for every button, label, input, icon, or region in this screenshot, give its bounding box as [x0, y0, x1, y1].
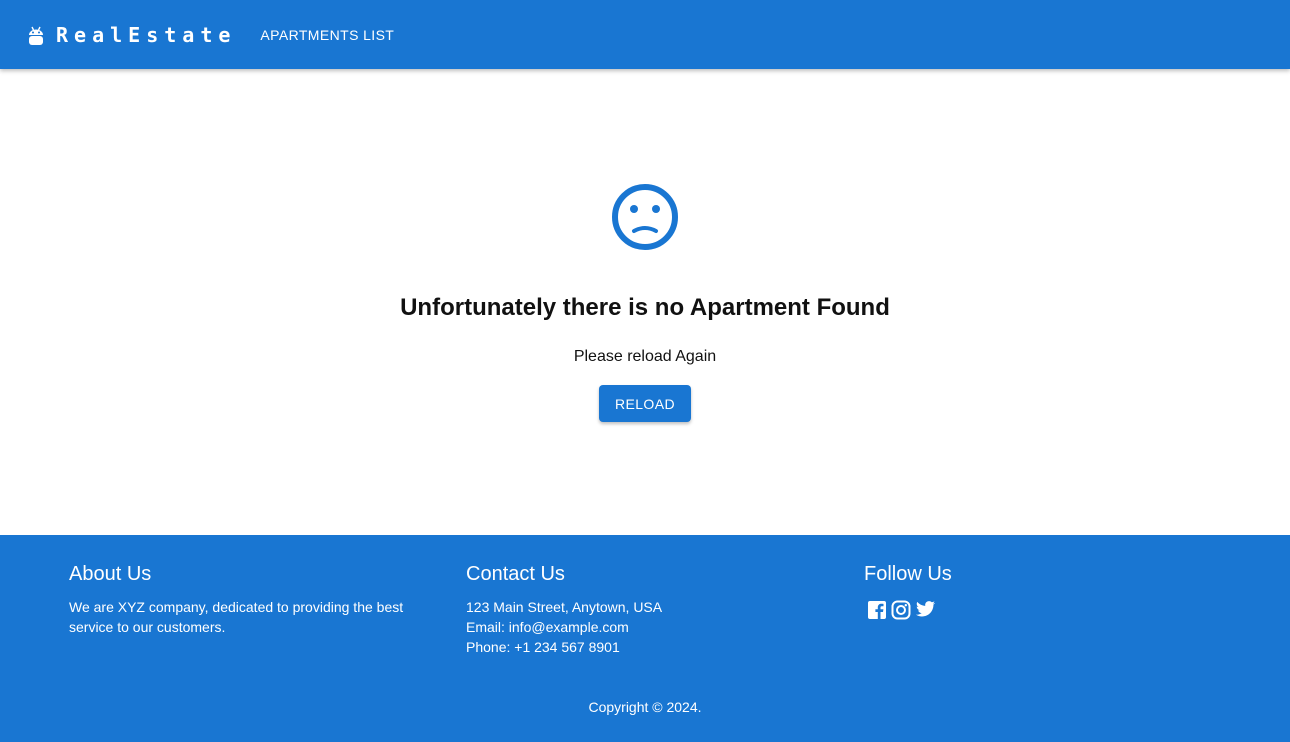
contact-phone: Phone: +1 234 567 8901: [466, 639, 620, 655]
contact-heading: Contact Us: [466, 563, 565, 585]
sad-face-icon: [610, 182, 680, 252]
instagram-icon[interactable]: [890, 599, 912, 621]
empty-state: Unfortunately there is no Apartment Foun…: [0, 69, 1290, 535]
about-section: About Us We are XYZ company, dedicated t…: [69, 563, 439, 637]
reload-button[interactable]: RELOAD: [599, 385, 691, 422]
nav-apartments-list[interactable]: APARTMENTS LIST: [260, 27, 394, 43]
social-links: [866, 599, 1234, 621]
follow-section: Follow Us: [864, 563, 1234, 621]
about-text: We are XYZ company, dedicated to providi…: [69, 599, 404, 635]
footer: About Us We are XYZ company, dedicated t…: [0, 535, 1290, 742]
facebook-icon[interactable]: [866, 599, 888, 621]
contact-address: 123 Main Street, Anytown, USA: [466, 599, 663, 615]
contact-email: Email: info@example.com: [466, 619, 629, 635]
contact-section: Contact Us 123 Main Street, Anytown, USA…: [466, 563, 836, 657]
follow-heading: Follow Us: [864, 563, 952, 585]
twitter-icon[interactable]: [914, 599, 936, 621]
app-bar: RealEstate APARTMENTS LIST: [0, 0, 1290, 69]
brand-name[interactable]: RealEstate: [56, 23, 236, 47]
android-logo-icon: [28, 24, 44, 46]
copyright-text: Copyright © 2024.: [588, 699, 702, 715]
about-heading: About Us: [69, 563, 152, 585]
empty-state-title: Unfortunately there is no Apartment Foun…: [400, 294, 890, 321]
empty-state-subtitle: Please reload Again: [573, 348, 717, 365]
